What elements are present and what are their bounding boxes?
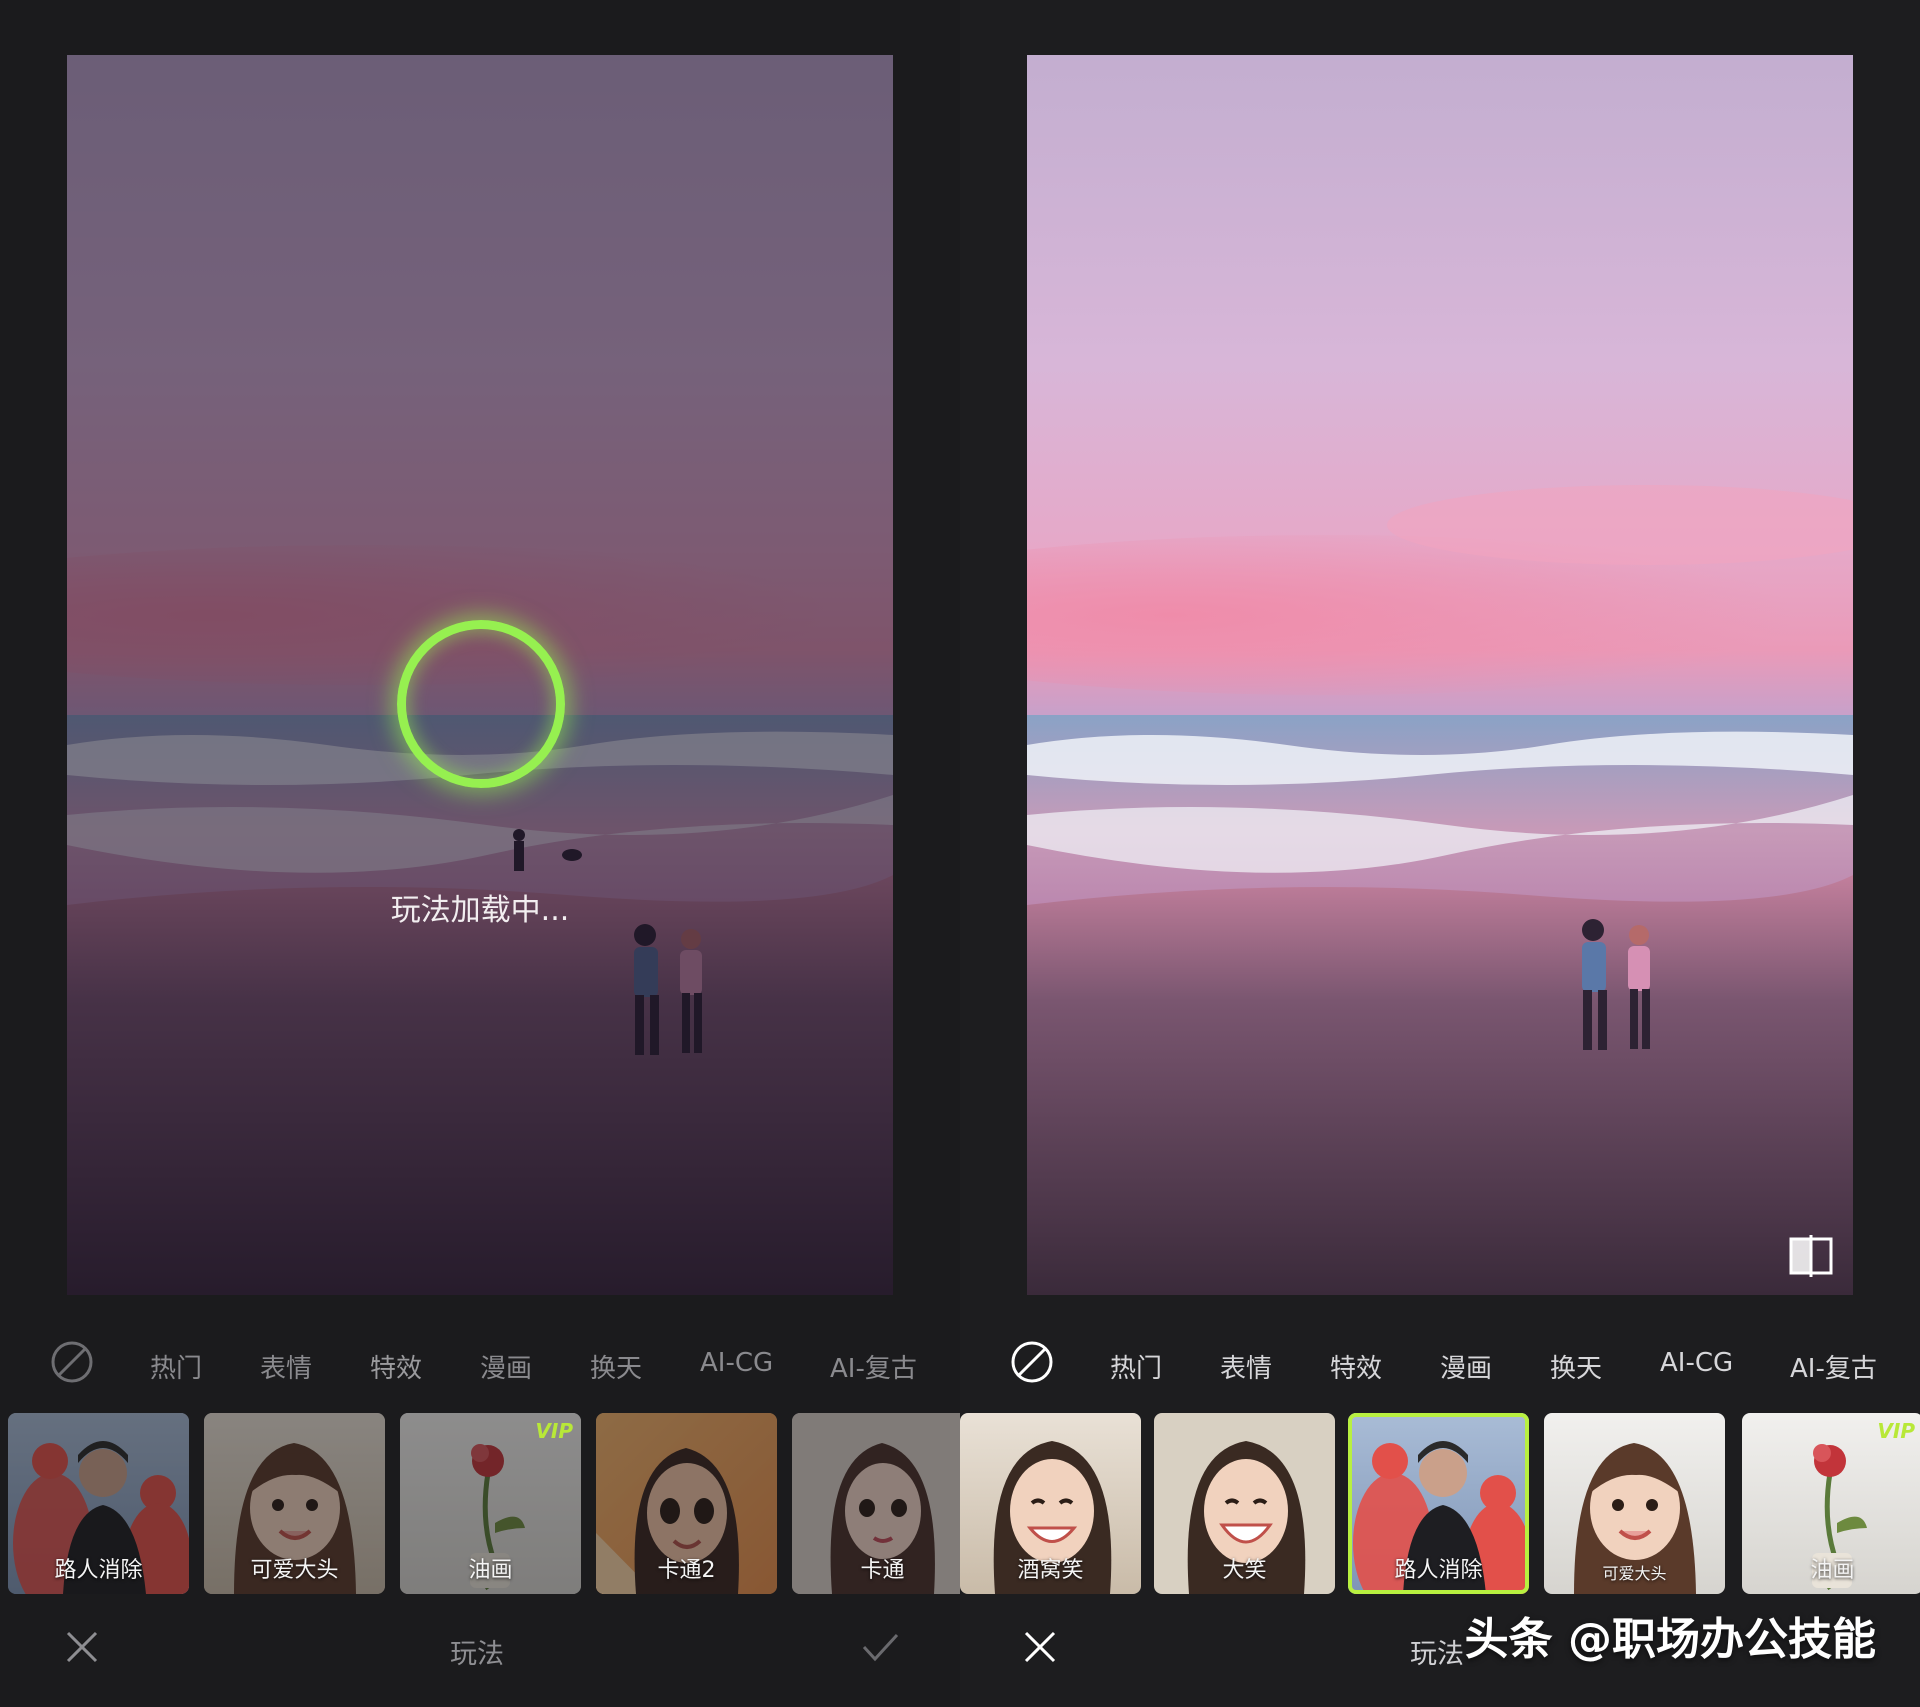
thumb-cute-bighead[interactable]: 可爱大头 [204, 1413, 385, 1594]
close-icon[interactable] [62, 1627, 102, 1667]
thumb-label: 可爱大头 [250, 1558, 339, 1583]
tab-comics[interactable]: 漫画 [480, 1348, 532, 1385]
vip-badge: VIP [535, 1419, 573, 1443]
thumb-laugh[interactable]: 大笑 [1154, 1413, 1335, 1594]
tab-ai-retro[interactable]: AI-复古 [830, 1348, 917, 1385]
tab-expression[interactable]: 表情 [1220, 1348, 1272, 1385]
category-tabs: 热门 表情 特效 漫画 换天 AI-CG AI-复古 [960, 1318, 1920, 1408]
tab-ai-retro[interactable]: AI-复古 [1790, 1348, 1877, 1385]
thumb-oil-painting[interactable]: VIP 油画 [400, 1413, 581, 1594]
tab-effects[interactable]: 特效 [1330, 1348, 1382, 1385]
thumb-label: 酒窝笑 [1017, 1558, 1084, 1583]
thumb-label: 卡通2 [657, 1558, 716, 1583]
thumb-cute-bighead[interactable]: 可爱大头 [1544, 1413, 1725, 1594]
tab-expression[interactable]: 表情 [260, 1348, 312, 1385]
tab-effects[interactable]: 特效 [370, 1348, 422, 1385]
loading-spinner-icon [397, 620, 565, 788]
tab-hot[interactable]: 热门 [150, 1348, 202, 1385]
thumb-label: 油画 [1810, 1558, 1855, 1583]
thumb-oil-painting[interactable]: VIP 油画 [1742, 1413, 1920, 1594]
category-tabs: 热门 表情 特效 漫画 换天 AI-CG AI-复古 [0, 1318, 960, 1408]
watermark: 头条 @职场办公技能 [1464, 1614, 1876, 1665]
bottom-title: 玩法 [450, 1639, 504, 1670]
thumb-label: 油画 [468, 1558, 513, 1583]
effect-thumbnail-strip: 酒窝笑 大笑 路人消除 可爱大头 VIP 油画 [960, 1413, 1920, 1595]
confirm-check-icon[interactable] [860, 1627, 900, 1667]
tab-comics[interactable]: 漫画 [1440, 1348, 1492, 1385]
thumb-cartoon-2[interactable]: 卡通2 [596, 1413, 777, 1594]
tab-hot[interactable]: 热门 [1110, 1348, 1162, 1385]
thumb-passerby-removal[interactable]: 路人消除 [8, 1413, 189, 1594]
thumb-label: 大笑 [1222, 1558, 1267, 1583]
thumb-label: 可爱大头 [1602, 1564, 1667, 1583]
loading-status-text: 玩法加载中... [390, 893, 570, 928]
bottom-title: 玩法 [1410, 1639, 1464, 1670]
vip-badge: VIP [1877, 1419, 1915, 1443]
beach-photo-preview: 玩法加载中... [67, 55, 893, 1295]
effect-thumbnail-strip: 路人消除 可爱大头 VIP 油画 卡通2 卡通 [0, 1413, 960, 1595]
thumb-passerby-removal-selected[interactable]: 路人消除 [1348, 1413, 1529, 1594]
thumb-label: 路人消除 [54, 1558, 143, 1583]
no-effect-icon[interactable] [1010, 1340, 1054, 1384]
thumb-cartoon[interactable]: 卡通 [792, 1413, 960, 1594]
right-panel-result: 热门 表情 特效 漫画 换天 AI-CG AI-复古 酒窝笑 大笑 路人消除 可… [960, 0, 1920, 1707]
beach-photo-result [1027, 55, 1853, 1295]
tab-ai-cg[interactable]: AI-CG [700, 1348, 773, 1378]
compare-icon[interactable] [1787, 1235, 1835, 1277]
tab-sky-swap[interactable]: 换天 [590, 1348, 642, 1385]
thumb-label: 路人消除 [1394, 1558, 1483, 1583]
no-effect-icon[interactable] [50, 1340, 94, 1384]
left-panel-loading: 玩法加载中... 热门 表情 特效 漫画 换天 AI-CG AI-复古 路人消除 [0, 0, 960, 1707]
thumb-dimple-smile[interactable]: 酒窝笑 [960, 1413, 1141, 1594]
tab-ai-cg[interactable]: AI-CG [1660, 1348, 1733, 1378]
thumb-label: 卡通 [860, 1558, 905, 1583]
close-icon[interactable] [1020, 1627, 1060, 1667]
tab-sky-swap[interactable]: 换天 [1550, 1348, 1602, 1385]
